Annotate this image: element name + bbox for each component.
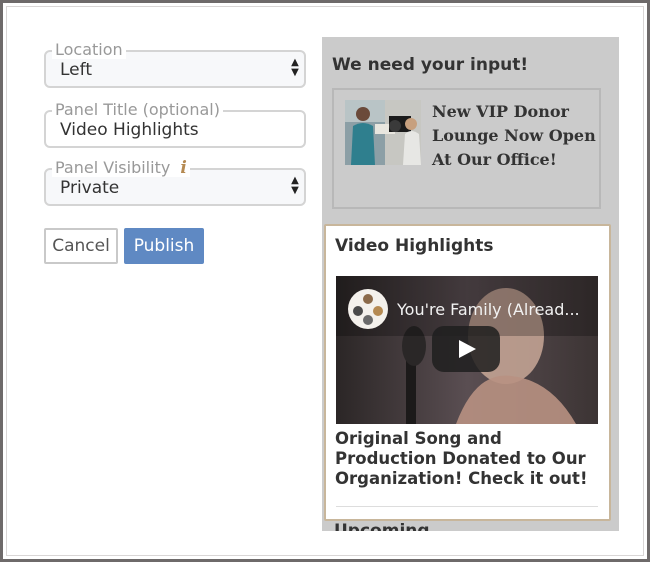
location-select[interactable]: Location Left ▲ ▼	[44, 41, 306, 88]
news-title[interactable]: New VIP Donor Lounge Now Open At Our Off…	[432, 100, 597, 172]
location-value: Left	[60, 60, 92, 80]
visibility-value: Private	[60, 178, 120, 198]
cancel-button[interactable]: Cancel	[44, 228, 118, 264]
video-card-title: Video Highlights	[335, 236, 494, 256]
preview-heading: We need your input!	[332, 55, 529, 75]
video-caption[interactable]: Original Song and Production Donated to …	[335, 429, 603, 489]
channel-logo-icon[interactable]	[348, 289, 388, 329]
visibility-legend: Panel Visibility i	[52, 159, 190, 177]
video-highlights-card: Video Highlights You're Family (Alread..…	[324, 224, 611, 521]
select-arrows-icon: ▲ ▼	[291, 175, 299, 196]
panel-title-value: Video Highlights	[60, 120, 199, 140]
video-title[interactable]: You're Family (Alread...	[397, 300, 580, 319]
info-icon[interactable]: i	[180, 158, 186, 178]
visibility-select[interactable]: Panel Visibility i Private ▲ ▼	[44, 159, 306, 206]
window-frame: Location Left ▲ ▼ Panel Title (optional) …	[0, 0, 650, 562]
play-icon	[459, 340, 476, 358]
panel-preview: We need your input! New VIP Donor Lounge…	[322, 37, 619, 531]
divider	[336, 506, 598, 507]
panel-title-label: Panel Title (optional)	[52, 101, 223, 119]
news-card[interactable]: New VIP Donor Lounge Now Open At Our Off…	[332, 88, 601, 209]
visibility-label: Panel Visibility	[55, 158, 171, 177]
panel-title-input[interactable]: Panel Title (optional) Video Highlights	[44, 101, 306, 148]
news-thumbnail	[345, 100, 421, 165]
play-button[interactable]	[432, 326, 500, 372]
video-player[interactable]: You're Family (Alread...	[336, 276, 598, 424]
select-arrows-icon: ▲ ▼	[291, 57, 299, 78]
publish-button[interactable]: Publish	[124, 228, 204, 264]
upcoming-heading: Upcoming	[334, 521, 430, 531]
location-label: Location	[52, 41, 126, 59]
